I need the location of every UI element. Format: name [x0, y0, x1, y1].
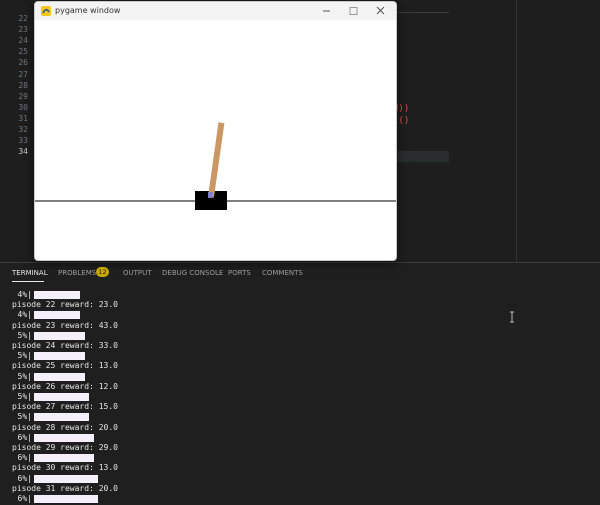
line-number: 27 [18, 69, 28, 79]
progress-bar [34, 413, 89, 422]
line-number-gutter: 22 23 24 25 26 27 28 29 30 31 32 33 34 [0, 0, 34, 262]
current-line-highlight [396, 151, 449, 162]
line-number: 25 [18, 47, 28, 57]
progress-bar [34, 291, 80, 299]
line-number: 32 [18, 125, 28, 134]
line-number: 33 [18, 136, 28, 146]
line-number: 24 [18, 36, 28, 46]
minimize-button[interactable] [315, 3, 339, 19]
text-cursor-icon [510, 311, 514, 323]
editor-divider [396, 12, 449, 13]
problems-count-badge: 12 [96, 267, 109, 277]
progress-bar [34, 454, 94, 463]
progress-bar [34, 474, 98, 483]
editor-split-divider[interactable] [516, 0, 517, 262]
line-number: 29 [18, 91, 28, 101]
line-number: 22 [18, 14, 28, 23]
progress-bar [34, 433, 94, 442]
line-number: 34 [18, 147, 28, 157]
progress-bar [34, 311, 80, 320]
progress-bar [34, 372, 85, 381]
pole-axle [208, 192, 213, 198]
minimize-icon [323, 10, 330, 12]
progress-bar [34, 352, 85, 361]
pole [208, 122, 225, 198]
line-number: 31 [18, 113, 28, 123]
tab-ports[interactable]: PORTS [228, 269, 251, 277]
window-titlebar[interactable]: pygame window [35, 2, 396, 20]
close-button[interactable] [369, 3, 393, 19]
progress-bar [34, 393, 89, 401]
progress-percent: 6%| [17, 494, 32, 503]
close-icon [376, 6, 385, 15]
active-tab-indicator [12, 281, 44, 282]
maximize-button[interactable] [341, 3, 365, 19]
progress-bar [34, 495, 98, 503]
line-number: 30 [18, 102, 28, 112]
maximize-icon [349, 7, 358, 15]
tab-output[interactable]: OUTPUT [123, 269, 152, 277]
pygame-snake-icon [41, 6, 51, 16]
line-number: 23 [18, 25, 28, 35]
progress-bar [34, 331, 85, 340]
tab-problems[interactable]: PROBLEMS [58, 269, 96, 277]
tab-debug-console[interactable]: DEBUG CONSOLE [162, 269, 223, 277]
tab-terminal[interactable]: TERMINAL [12, 269, 48, 277]
tab-comments[interactable]: COMMENTS [262, 269, 303, 277]
window-title: pygame window [55, 6, 121, 15]
panel-tabs: TERMINAL PROBLEMS OUTPUT DEBUG CONSOLE P… [0, 263, 600, 283]
game-canvas[interactable] [35, 20, 396, 260]
pygame-window[interactable]: pygame window [34, 1, 397, 261]
line-number: 28 [18, 80, 28, 90]
line-number: 26 [18, 58, 28, 68]
